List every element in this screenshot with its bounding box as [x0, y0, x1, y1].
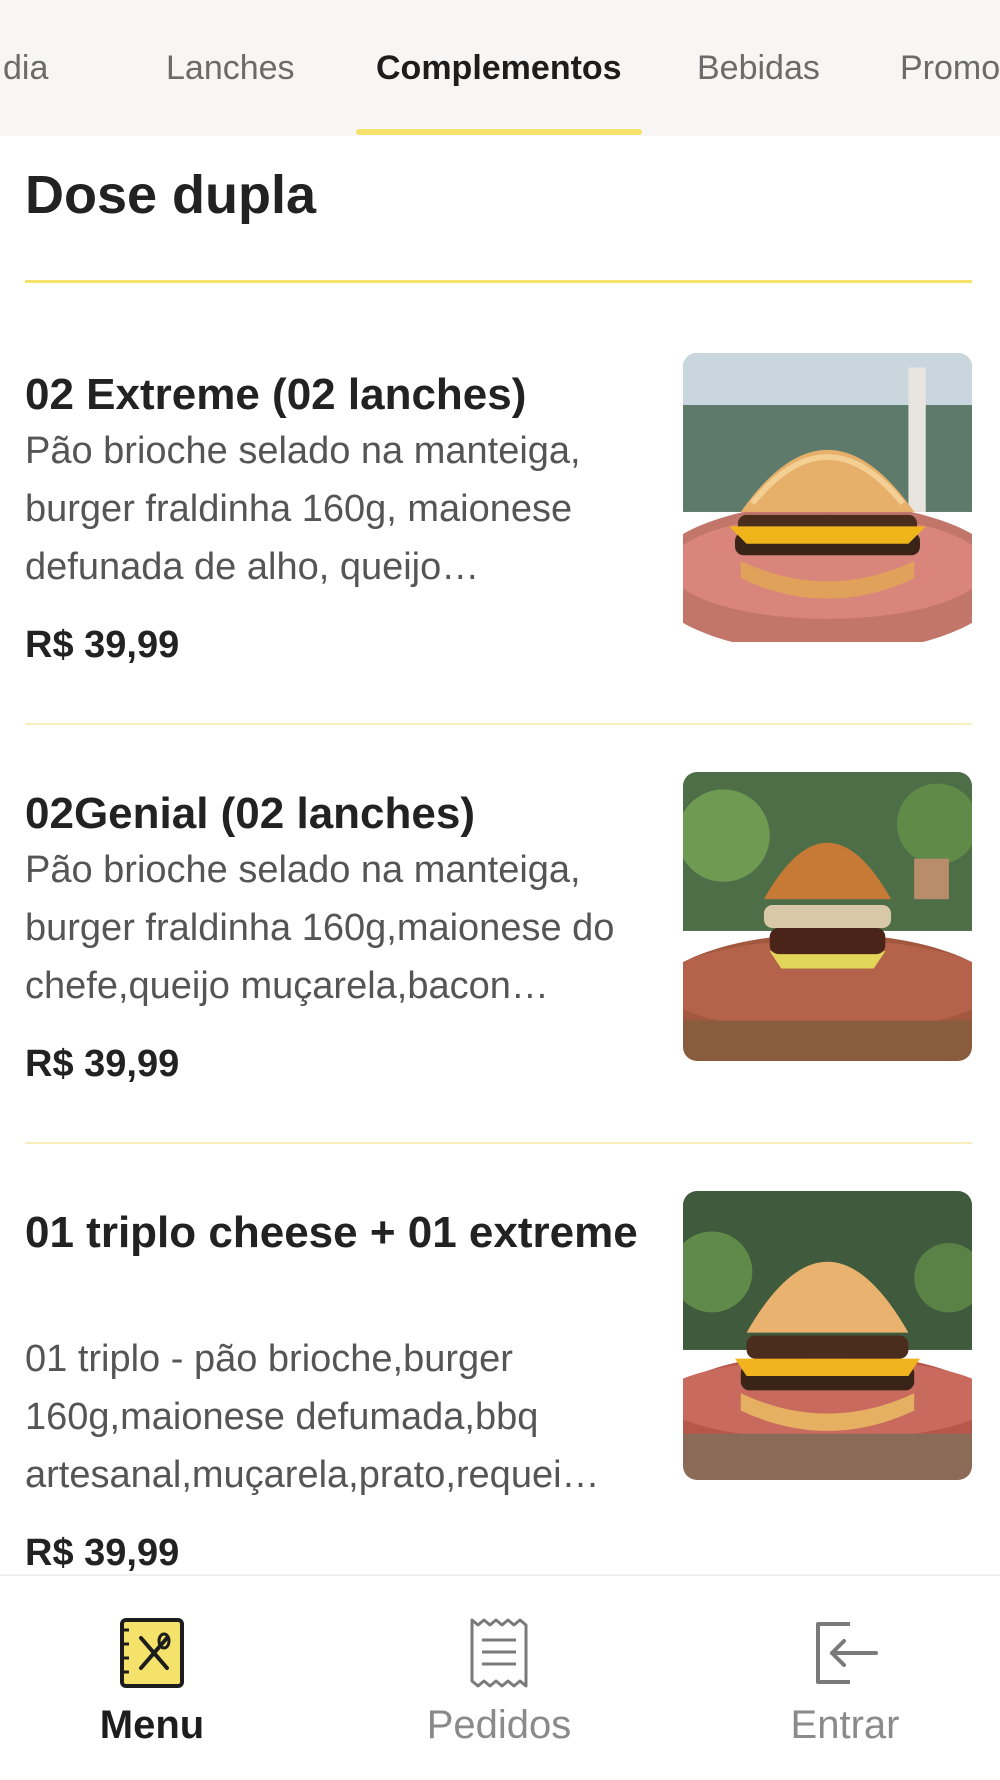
tab-complementos[interactable]: Complementos: [376, 44, 622, 92]
nav-menu-label: Menu: [99, 1703, 205, 1747]
product-price: R$ 39,99: [25, 1532, 180, 1574]
nav-menu[interactable]: Menu: [42, 1616, 262, 1766]
section-title: Dose dupla: [25, 165, 317, 225]
product-description: Pão brioche selado na manteiga, burger f…: [25, 430, 581, 588]
product-description: 01 triplo - pão brioche,burger 160g,maio…: [25, 1338, 600, 1496]
tab-bebidas[interactable]: Bebidas: [697, 44, 820, 92]
product-description: Pão brioche selado na manteiga, burger f…: [25, 849, 615, 1007]
active-tab-indicator: [356, 129, 642, 135]
item-divider: [25, 723, 972, 725]
burger-photo: [683, 353, 972, 642]
nav-entrar-label: Entrar: [790, 1703, 900, 1747]
product-name: 02Genial (02 lanches): [25, 789, 475, 838]
section-divider: [25, 280, 972, 283]
category-tabs: Prato do dia Lanches Complementos Bebida…: [0, 0, 1000, 136]
tab-promocoes[interactable]: Promoções: [900, 44, 1000, 92]
product-price: R$ 39,99: [25, 1043, 180, 1085]
burger-photo: [683, 1191, 972, 1480]
nav-entrar[interactable]: Entrar: [735, 1616, 955, 1766]
product-name: 01 triplo cheese + 01 extreme: [25, 1208, 638, 1257]
product-price: R$ 39,99: [25, 624, 180, 666]
burger-photo: [683, 772, 972, 1061]
bottom-navigation: Menu Pedidos Entrar: [0, 1574, 1000, 1780]
product-card[interactable]: 02Genial (02 lanches) Pão brioche selado…: [0, 759, 1000, 1144]
item-divider: [25, 1142, 972, 1144]
product-card[interactable]: 02 Extreme (02 lanches) Pão brioche sela…: [0, 340, 1000, 725]
menu-book-icon: [120, 1618, 184, 1688]
product-card[interactable]: 01 triplo cheese + 01 extreme 01 triplo …: [0, 1178, 1000, 1574]
product-name: 02 Extreme (02 lanches): [25, 370, 527, 419]
nav-pedidos-label: Pedidos: [426, 1703, 572, 1747]
receipt-icon: [470, 1618, 528, 1688]
login-icon: [816, 1622, 878, 1684]
tab-prato-do-dia[interactable]: Prato do dia: [0, 44, 48, 92]
nav-pedidos[interactable]: Pedidos: [389, 1616, 609, 1766]
tab-lanches[interactable]: Lanches: [166, 44, 295, 92]
